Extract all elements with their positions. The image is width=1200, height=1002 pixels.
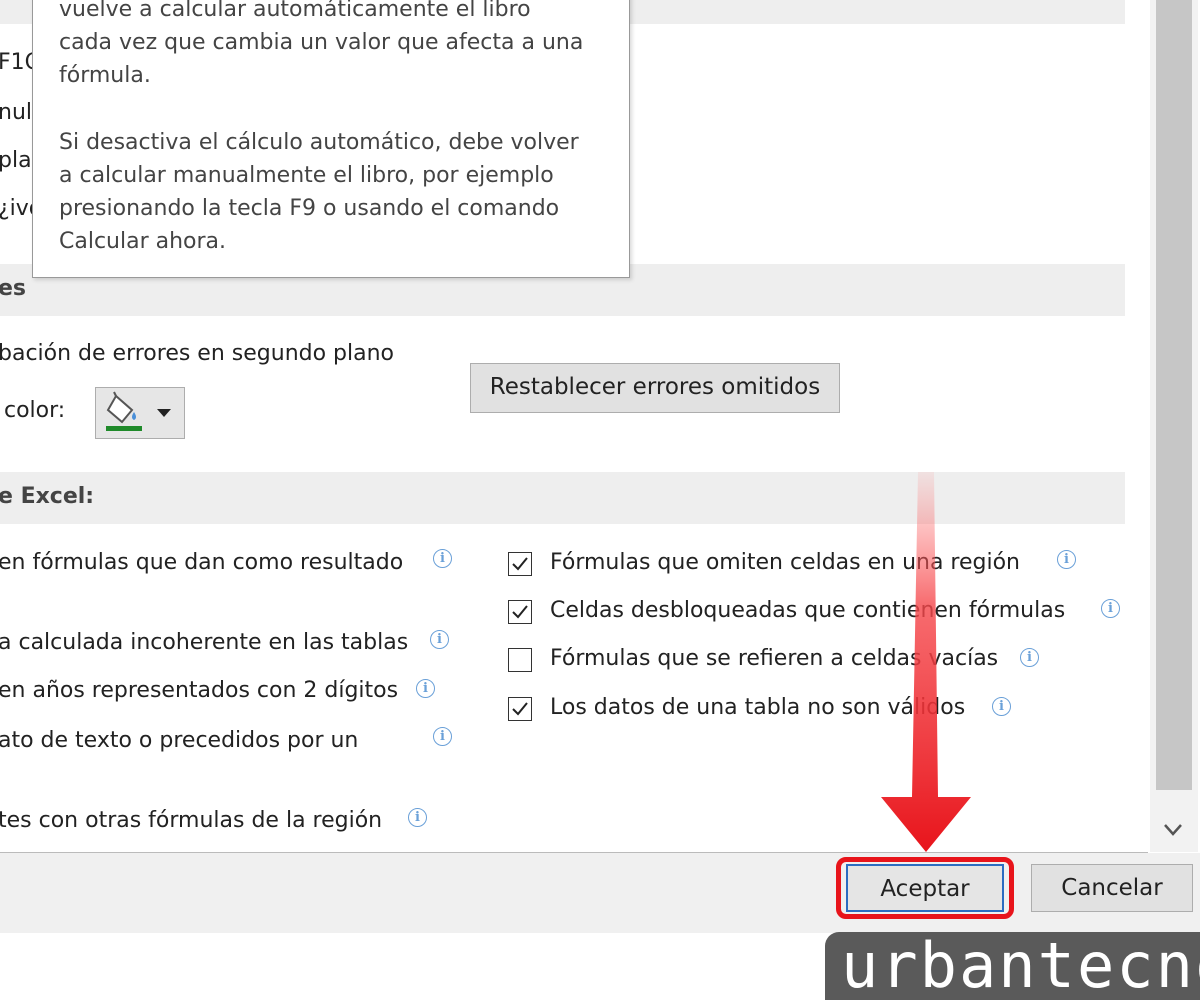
- scrollbar-thumb[interactable]: [1156, 0, 1192, 790]
- rule-label: tes con otras fórmulas de la región: [0, 808, 383, 833]
- cancel-button[interactable]: Cancelar: [1031, 864, 1193, 912]
- red-arrow-icon: [881, 472, 971, 852]
- rule-label: en años representados con 2 dígitos: [0, 678, 399, 703]
- tooltip-paragraph: Si desactiva el cálculo automático, debe…: [59, 130, 579, 254]
- rule-checkbox[interactable]: [508, 600, 532, 624]
- info-icon[interactable]: i: [992, 697, 1011, 716]
- rule-label: a calculada incoherente en las tablas: [0, 630, 409, 655]
- info-icon[interactable]: i: [430, 630, 449, 649]
- rule-label: en fórmulas que dan como resultado: [0, 550, 404, 575]
- checkmark-icon: [512, 702, 528, 716]
- checkmark-icon: [512, 557, 528, 571]
- info-icon[interactable]: i: [416, 679, 435, 698]
- scroll-down-arrow-icon[interactable]: [1163, 823, 1183, 837]
- background-error-checking-label: bación de errores en segundo plano: [0, 341, 395, 366]
- urbantecno-logo: urbantecno: [825, 932, 1200, 1000]
- error-color-picker[interactable]: [95, 387, 185, 439]
- reset-ignored-errors-button[interactable]: Restablecer errores omitidos: [470, 363, 840, 413]
- rule-checkbox[interactable]: [508, 648, 532, 672]
- chevron-down-icon: [157, 409, 171, 417]
- info-icon[interactable]: i: [1020, 648, 1039, 667]
- info-icon[interactable]: i: [1057, 550, 1076, 569]
- rule-checkbox[interactable]: [508, 552, 532, 576]
- section-title: es: [0, 276, 27, 301]
- tooltip-paragraph: vuelve a calcular automáticamente el lib…: [59, 0, 584, 88]
- fragment-text: pla: [0, 148, 32, 173]
- info-icon[interactable]: i: [1101, 599, 1120, 618]
- rule-label: ato de texto o precedidos por un: [0, 728, 359, 753]
- info-icon[interactable]: i: [433, 727, 452, 746]
- error-color-label: color:: [4, 398, 66, 423]
- fragment-text: nul: [0, 100, 32, 125]
- calculation-tooltip: vuelve a calcular automáticamente el lib…: [32, 0, 630, 278]
- info-icon[interactable]: i: [408, 808, 427, 827]
- fill-bucket-icon: [106, 391, 142, 431]
- rule-checkbox[interactable]: [508, 697, 532, 721]
- section-title: e Excel:: [0, 484, 95, 509]
- accept-button[interactable]: Aceptar: [846, 864, 1004, 912]
- rule-label: Celdas desbloqueadas que contienen fórmu…: [550, 598, 1066, 623]
- dialog-footer: [0, 853, 1200, 933]
- info-icon[interactable]: i: [433, 549, 452, 568]
- checkmark-icon: [512, 605, 528, 619]
